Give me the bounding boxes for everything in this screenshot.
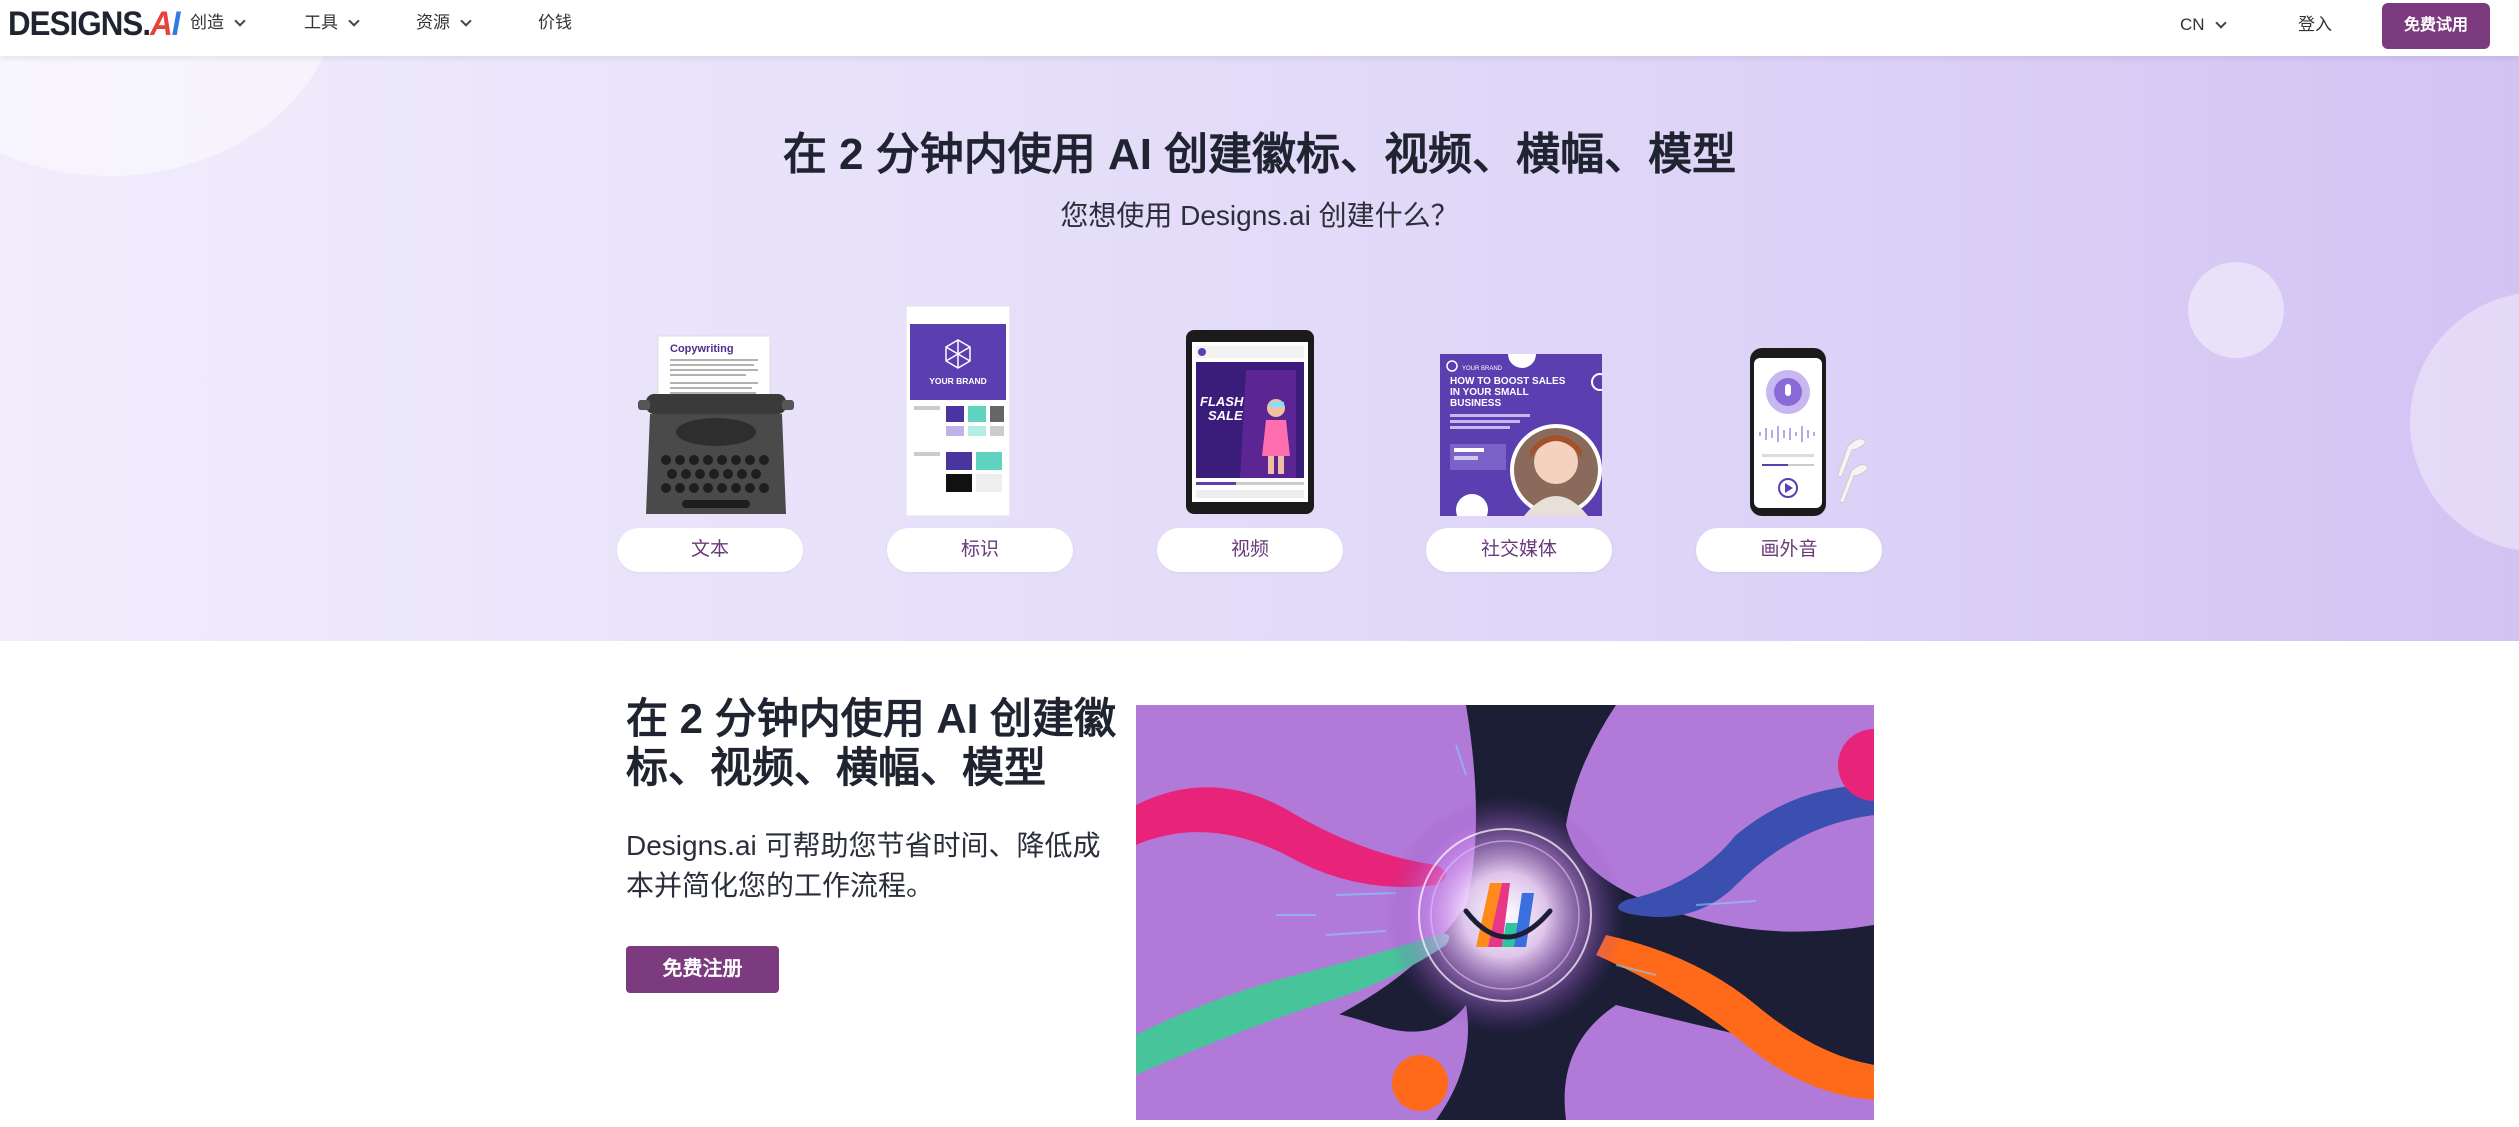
login-link[interactable]: 登入 <box>2298 14 2332 36</box>
login-label: 登入 <box>2298 15 2332 34</box>
designs-ai-logo[interactable]: DESIGNS.AI <box>8 5 181 43</box>
language-label: CN <box>2180 15 2205 34</box>
language-selector[interactable]: CN <box>2180 14 2227 36</box>
category-logo-button[interactable]: 标识 <box>887 528 1073 572</box>
chevron-down-icon <box>460 15 472 27</box>
brand-guide-icon[interactable]: YOUR BRAND <box>905 305 1011 517</box>
logo-wordmark: DESIGNS. <box>8 5 151 43</box>
chevron-down-icon <box>234 15 246 27</box>
chevron-down-icon <box>348 15 360 27</box>
hero-subtitle: 您想使用 Designs.ai 创建什么？ <box>1060 200 1459 231</box>
chevron-down-icon <box>2214 17 2227 29</box>
tablet-video-icon[interactable]: FLASH SALE <box>1186 330 1314 514</box>
copywriting-text: Copywriting <box>670 343 734 355</box>
nav-resources-label: 资源 <box>416 13 450 32</box>
category-social-media-button[interactable]: 社交媒体 <box>1426 528 1612 572</box>
social-post-icon[interactable]: YOUR BRAND HOW TO BOOST SALES IN YOUR SM… <box>1440 340 1609 526</box>
flash-text: FLASH <box>1200 394 1244 409</box>
category-voiceover-button[interactable]: 画外音 <box>1696 528 1882 572</box>
category-text-button[interactable]: 文本 <box>617 528 803 572</box>
nav-pricing-link[interactable]: 价钱 <box>538 12 572 34</box>
nav-create-label: 创造 <box>190 13 224 32</box>
section-description: Designs.ai 可帮助您节省时间、降低成本并简化您的工作流程。 <box>626 830 1101 901</box>
phone-voiceover-icon[interactable] <box>1748 346 1870 518</box>
nav-tools-label: 工具 <box>304 13 338 32</box>
free-trial-button[interactable]: 免费试用 <box>2382 3 2490 49</box>
svg-text:YOUR BRAND: YOUR BRAND <box>1462 366 1503 372</box>
hero-section: 在 2 分钟内使用 AI 创建徽标、视频、横幅、模型 您想使用 Designs.… <box>0 56 2519 641</box>
nav-create-menu[interactable]: 创造 <box>190 12 246 34</box>
section-title: 在 2 分钟内使用 AI 创建徽标、视频、横幅、模型 <box>626 695 1117 791</box>
category-video-button[interactable]: 视频 <box>1157 528 1343 572</box>
nav-tools-menu[interactable]: 工具 <box>304 12 360 34</box>
nav-resources-menu[interactable]: 资源 <box>416 12 472 34</box>
sale-text: SALE <box>1208 408 1243 423</box>
ai-hero-illustration <box>1136 705 1874 1120</box>
free-signup-button[interactable]: 免费注册 <box>626 946 779 993</box>
logo-a: A <box>150 5 173 43</box>
typewriter-icon[interactable]: Copywriting <box>636 332 796 522</box>
nav-pricing-label: 价钱 <box>538 13 572 32</box>
top-navbar: DESIGNS.AI 创造 工具 资源 价钱 CN 登入 免费试用 <box>0 0 2519 56</box>
decorative-circle <box>2410 292 2519 552</box>
logo-i: I <box>171 5 181 43</box>
social-headline-text: HOW TO BOOST SALES IN YOUR SMALL BUSINES… <box>1450 376 1566 409</box>
decorative-circle <box>2188 262 2284 358</box>
hero-title: 在 2 分钟内使用 AI 创建徽标、视频、横幅、模型 <box>782 130 1737 179</box>
your-brand-text: YOUR BRAND <box>929 376 987 386</box>
